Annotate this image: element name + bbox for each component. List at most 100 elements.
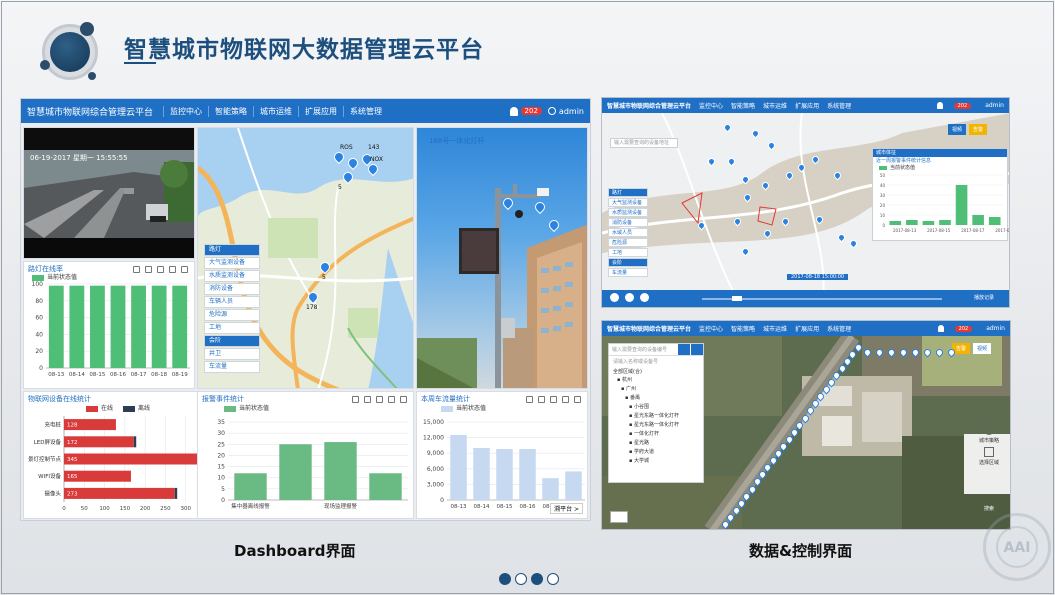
nav-extensions[interactable]: 扩展应用: [298, 105, 343, 117]
pause-icon[interactable]: [625, 293, 634, 302]
nav-operations[interactable]: 城市运维: [763, 324, 787, 333]
tree-item[interactable]: ▪ 一体化灯杆: [609, 430, 703, 439]
map-layer-item[interactable]: 大气监测设备: [608, 198, 648, 207]
nav-extensions[interactable]: 扩展应用: [795, 324, 819, 333]
download-icon[interactable]: [400, 396, 407, 403]
bar-icon[interactable]: [376, 396, 383, 403]
nav-strategy[interactable]: 智能策略: [208, 105, 253, 117]
more-button[interactable]: 溯平台 >: [550, 503, 583, 514]
line-icon[interactable]: [145, 266, 152, 273]
city-map[interactable]: 路灯 大气监测设备 水质监测设备 消防设备 车辆人员 危险源 工地 会阶 井卫 车流量 ROS 1…: [197, 127, 414, 389]
nav-operations[interactable]: 城市运维: [253, 105, 298, 117]
map-layer-item[interactable]: 车辆人员: [204, 296, 260, 308]
map-layer-item[interactable]: 危险源: [608, 238, 648, 247]
pager-dot[interactable]: [499, 573, 511, 585]
map-layer-item[interactable]: 水质监测设备: [608, 208, 648, 217]
nav-strategy[interactable]: 智能策略: [731, 324, 755, 333]
data-view-icon[interactable]: [352, 396, 359, 403]
map-layer-item[interactable]: 大气监测设备: [204, 257, 260, 269]
bar-icon[interactable]: [550, 396, 557, 403]
next-icon[interactable]: [640, 293, 649, 302]
tree-item[interactable]: ▪ 学府大道: [609, 448, 703, 457]
download-icon[interactable]: [181, 266, 188, 273]
map-layer-item[interactable]: 工地: [608, 248, 648, 257]
bar-icon[interactable]: [157, 266, 164, 273]
bell-icon[interactable]: [937, 325, 944, 332]
user-name[interactable]: admin: [986, 325, 1005, 332]
data-view-icon[interactable]: [133, 266, 140, 273]
minimap-toggle[interactable]: [610, 511, 628, 523]
map-layer-item[interactable]: 路灯: [608, 188, 648, 197]
filter-icon[interactable]: [678, 344, 690, 355]
video-button[interactable]: 视频: [973, 343, 992, 354]
user-name[interactable]: admin: [559, 107, 584, 116]
tree-item[interactable]: ▪ 星光路: [609, 439, 703, 448]
tool-select-area[interactable]: 选择区域: [970, 459, 1008, 467]
nav-operations[interactable]: 城市运维: [763, 101, 787, 110]
nav-system[interactable]: 系统管理: [827, 101, 851, 110]
tree-item[interactable]: ▪ 小谷围: [609, 403, 703, 412]
prev-icon[interactable]: [610, 293, 619, 302]
map-layer-item[interactable]: 水域人员: [608, 228, 648, 237]
pole-title[interactable]: 168号一体化灯杆: [429, 136, 484, 146]
nav-system[interactable]: 系统管理: [343, 105, 388, 117]
tree-item[interactable]: ▪ 番禺: [609, 394, 703, 403]
smart-pole-photo[interactable]: 168号一体化灯杆: [416, 127, 588, 389]
tree-item[interactable]: ▪ 广州: [609, 385, 703, 394]
y-tick-label: 10: [880, 213, 886, 218]
pager-dot[interactable]: [547, 573, 559, 585]
download-icon[interactable]: [574, 396, 581, 403]
playback-label[interactable]: 播放记录: [974, 294, 994, 301]
map-layer-item[interactable]: 会阶: [204, 335, 260, 347]
refresh-icon[interactable]: [388, 396, 395, 403]
map-layer-item[interactable]: 工地: [204, 322, 260, 334]
nav-monitor[interactable]: 监控中心: [163, 105, 208, 117]
nav-extensions[interactable]: 扩展应用: [795, 101, 819, 110]
satellite-control-screenshot: 智慧城市物联网综合管理云平台 监控中心 智能策略 城市运维 扩展应用 系统管理 …: [601, 320, 1011, 530]
tree-hint: 请输入名称或设备号: [613, 359, 659, 365]
user-name[interactable]: admin: [985, 102, 1004, 109]
map-layer-item[interactable]: 消防设备: [608, 218, 648, 227]
map-layer-item[interactable]: 水质监测设备: [204, 270, 260, 282]
tree-item[interactable]: ▪ 星光东路一体化灯杆: [609, 412, 703, 421]
map-layer-item[interactable]: 会阶: [608, 258, 648, 267]
video-button[interactable]: 视频: [948, 124, 967, 135]
search-input[interactable]: 输入需要查询的设备地址: [610, 138, 678, 148]
map-layer-item[interactable]: 车流量: [204, 361, 260, 373]
tool-strategy[interactable]: 城市策略: [970, 437, 1008, 445]
eye-icon[interactable]: [984, 425, 994, 435]
map-layer-item[interactable]: 车流量: [608, 268, 648, 277]
camera-feed[interactable]: 06-19-2017 星期一 15:55:55: [23, 127, 195, 259]
bar: [473, 448, 490, 500]
tree-scope[interactable]: 全部区域(合): [609, 367, 703, 376]
bell-icon[interactable]: [509, 106, 518, 116]
tree-item[interactable]: ▪ 杭州: [609, 376, 703, 385]
nav-strategy[interactable]: 智能策略: [731, 101, 755, 110]
nav-monitor[interactable]: 监控中心: [699, 101, 723, 110]
nav-monitor[interactable]: 监控中心: [699, 324, 723, 333]
x-tick-label: 现场监理报警: [324, 502, 358, 510]
bell-icon[interactable]: [936, 102, 943, 109]
tree-item[interactable]: ▪ 大学城: [609, 457, 703, 466]
map-layer-item[interactable]: 路灯: [204, 244, 260, 256]
line-icon[interactable]: [538, 396, 545, 403]
refresh-icon[interactable]: [562, 396, 569, 403]
search-label[interactable]: 搜索: [984, 505, 994, 512]
map-layer-item[interactable]: 消防设备: [204, 283, 260, 295]
line-icon[interactable]: [364, 396, 371, 403]
select-area-icon[interactable]: [984, 447, 994, 457]
pager-dot[interactable]: [531, 573, 543, 585]
data-view-icon[interactable]: [526, 396, 533, 403]
x-tick-label: 08-15: [89, 372, 105, 378]
nav-system[interactable]: 系统管理: [827, 324, 851, 333]
x-tick-label: 08-16: [110, 372, 126, 378]
refresh-icon[interactable]: [169, 266, 176, 273]
pager-dot[interactable]: [515, 573, 527, 585]
collapse-icon[interactable]: [691, 344, 703, 355]
app-navbar: 智慧城市物联网综合管理云平台 监控中心 智能策略 城市运维 扩展应用 系统管理 …: [21, 99, 590, 123]
map-layer-item[interactable]: 井卫: [204, 348, 260, 360]
map-layer-item[interactable]: 危险源: [204, 309, 260, 321]
tree-item[interactable]: ▪ 星光东路一体化灯杆: [609, 421, 703, 430]
search-input[interactable]: 输入需要查询的设备编号: [609, 344, 678, 355]
alarm-button[interactable]: 告警: [969, 124, 988, 135]
